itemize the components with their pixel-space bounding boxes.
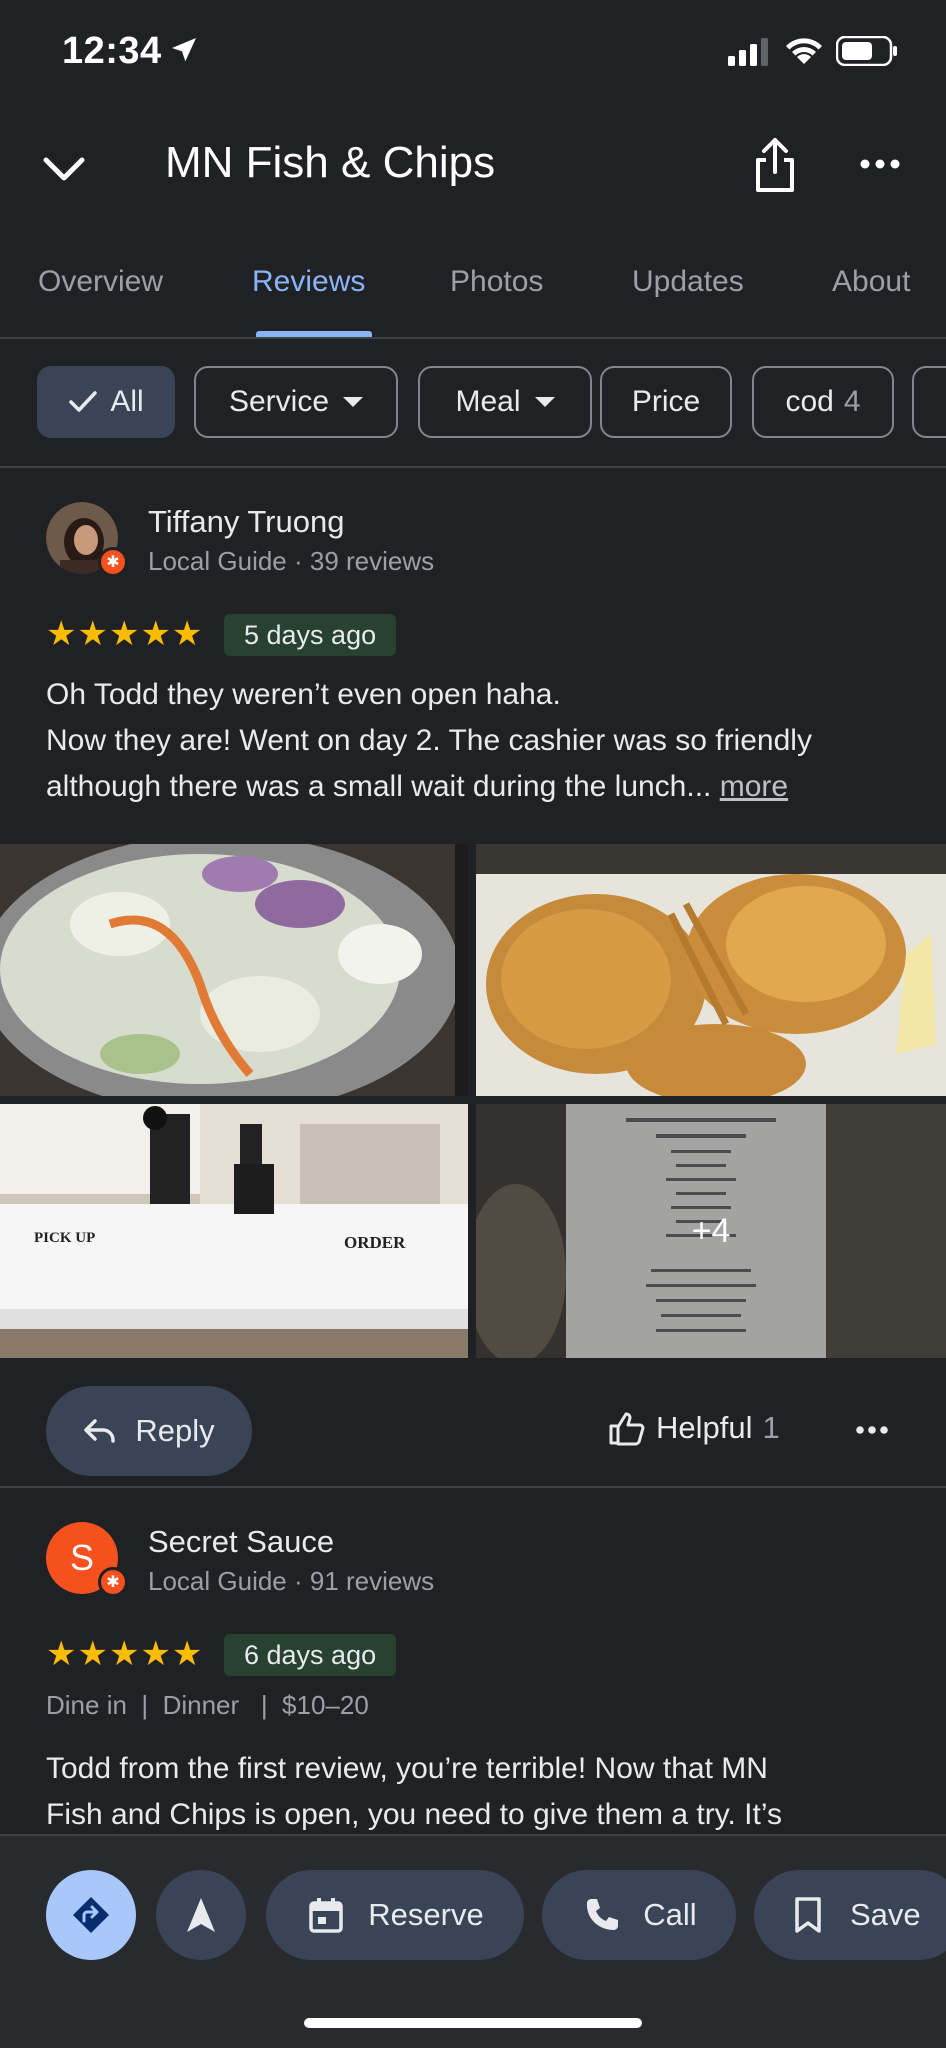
review-photo-coleslaw[interactable] — [0, 844, 468, 1096]
chip-label: cod — [785, 385, 834, 418]
photo-text-pick-up: PICK UP — [34, 1230, 95, 1246]
review-text-line: Fish and Chips is open, you need to give… — [46, 1798, 782, 1831]
caret-down-icon — [534, 397, 555, 407]
chip-meal[interactable]: Meal — [418, 366, 592, 438]
review-date-badge: 6 days ago — [224, 1634, 397, 1676]
save-label: Save — [850, 1897, 921, 1932]
review-photo-menu[interactable]: +4 — [476, 1104, 946, 1358]
review-text-line: Todd from the first review, you’re terri… — [46, 1752, 768, 1785]
review-photo-grid: PICK UP ORDER +4 — [0, 844, 946, 1358]
share-icon[interactable] — [752, 136, 798, 194]
checkmark-icon — [69, 391, 98, 412]
divider — [0, 1486, 946, 1488]
call-label: Call — [643, 1897, 697, 1932]
divider — [0, 466, 946, 468]
status-bar: 12:34 — [0, 0, 946, 104]
review-tags: Dine in | Dinner | $10–20 — [46, 1690, 369, 1720]
chip-count: 4 — [843, 385, 861, 418]
chip-all[interactable]: All — [37, 366, 175, 438]
reviewer-meta: Local Guide · 91 reviews — [148, 1566, 435, 1596]
status-time: 12:34 — [62, 30, 162, 72]
bottom-action-bar: Reserve Call Save — [0, 1834, 946, 2048]
chip-label: Service — [228, 385, 330, 418]
phone-icon — [587, 1899, 619, 1930]
local-guide-badge-icon: ✱ — [98, 547, 128, 577]
chevron-down-icon[interactable] — [38, 142, 90, 194]
review-text: Oh Todd they weren’t even open haha. Now… — [46, 672, 906, 810]
reviewer-name[interactable]: Tiffany Truong — [148, 504, 344, 540]
reserve-label: Reserve — [368, 1897, 484, 1932]
place-tabs: Overview Reviews Photos Updates About — [0, 255, 946, 339]
review-photo-counter[interactable]: PICK UP ORDER — [0, 1104, 468, 1358]
reply-arrow-icon — [84, 1419, 116, 1443]
chip-more[interactable] — [912, 366, 946, 438]
star-rating: ★★★★★ — [46, 615, 204, 653]
battery-icon — [836, 36, 897, 66]
review-date-badge: 5 days ago — [224, 614, 397, 656]
helpful-label: Helpful — [656, 1410, 753, 1445]
wifi-icon — [786, 38, 822, 64]
more-options-icon[interactable] — [860, 156, 900, 172]
place-header: MN Fish & Chips — [0, 120, 946, 210]
helpful-button[interactable]: Helpful 1 — [608, 1410, 780, 1446]
reviewer-meta: Local Guide · 39 reviews — [148, 546, 435, 576]
home-indicator[interactable] — [304, 2018, 642, 2028]
review-filter-chips: All Service Meal Price cod 4 — [0, 366, 946, 442]
cellular-signal-icon — [728, 38, 768, 66]
review-text: Todd from the first review, you’re terri… — [46, 1746, 906, 1838]
directions-icon — [73, 1897, 109, 1933]
tab-photos[interactable]: Photos — [450, 265, 543, 299]
thumbs-up-icon — [609, 1412, 645, 1446]
start-navigation-button[interactable] — [156, 1870, 246, 1960]
tab-about[interactable]: About — [832, 265, 910, 299]
location-arrow-icon — [172, 38, 196, 62]
reserve-button[interactable]: Reserve — [266, 1870, 524, 1960]
review-photo-fish[interactable] — [476, 844, 946, 1096]
calendar-icon — [309, 1898, 344, 1933]
reply-label: Reply — [135, 1413, 215, 1448]
call-button[interactable]: Call — [542, 1870, 736, 1960]
tab-overview[interactable]: Overview — [38, 265, 163, 299]
chip-label: Price — [631, 385, 701, 418]
caret-down-icon — [343, 397, 364, 407]
review-text-line: Oh Todd they weren’t even open haha. — [46, 678, 561, 711]
navigation-arrow-icon — [187, 1898, 215, 1932]
place-title: MN Fish & Chips — [165, 138, 496, 187]
photo-text-order: ORDER — [344, 1233, 406, 1252]
chip-cod[interactable]: cod 4 — [752, 366, 894, 438]
review-text-line: although there was a small wait during t… — [46, 764, 906, 810]
chip-service[interactable]: Service — [194, 366, 398, 438]
reviewer-name[interactable]: Secret Sauce — [148, 1524, 334, 1560]
more-photos-count[interactable]: +4 — [476, 1104, 946, 1358]
review-more-options-icon[interactable] — [856, 1424, 888, 1436]
review-text-line: Now they are! Went on day 2. The cashier… — [46, 724, 812, 757]
more-link[interactable]: more — [720, 770, 788, 803]
bookmark-icon — [795, 1897, 821, 1933]
local-guide-badge-icon: ✱ — [98, 1567, 128, 1597]
review-text-line-content: although there was a small wait during t… — [46, 770, 712, 803]
chip-label: Meal — [455, 385, 521, 418]
chip-price[interactable]: Price — [600, 366, 732, 438]
tab-reviews[interactable]: Reviews — [252, 265, 365, 299]
chip-label: All — [110, 385, 144, 418]
reply-button[interactable]: Reply — [46, 1386, 252, 1476]
active-tab-indicator — [256, 331, 372, 337]
star-rating: ★★★★★ — [46, 1635, 204, 1673]
save-button[interactable]: Save — [754, 1870, 946, 1960]
tab-updates[interactable]: Updates — [632, 265, 744, 299]
helpful-count: 1 — [762, 1410, 780, 1445]
directions-button[interactable] — [46, 1870, 136, 1960]
